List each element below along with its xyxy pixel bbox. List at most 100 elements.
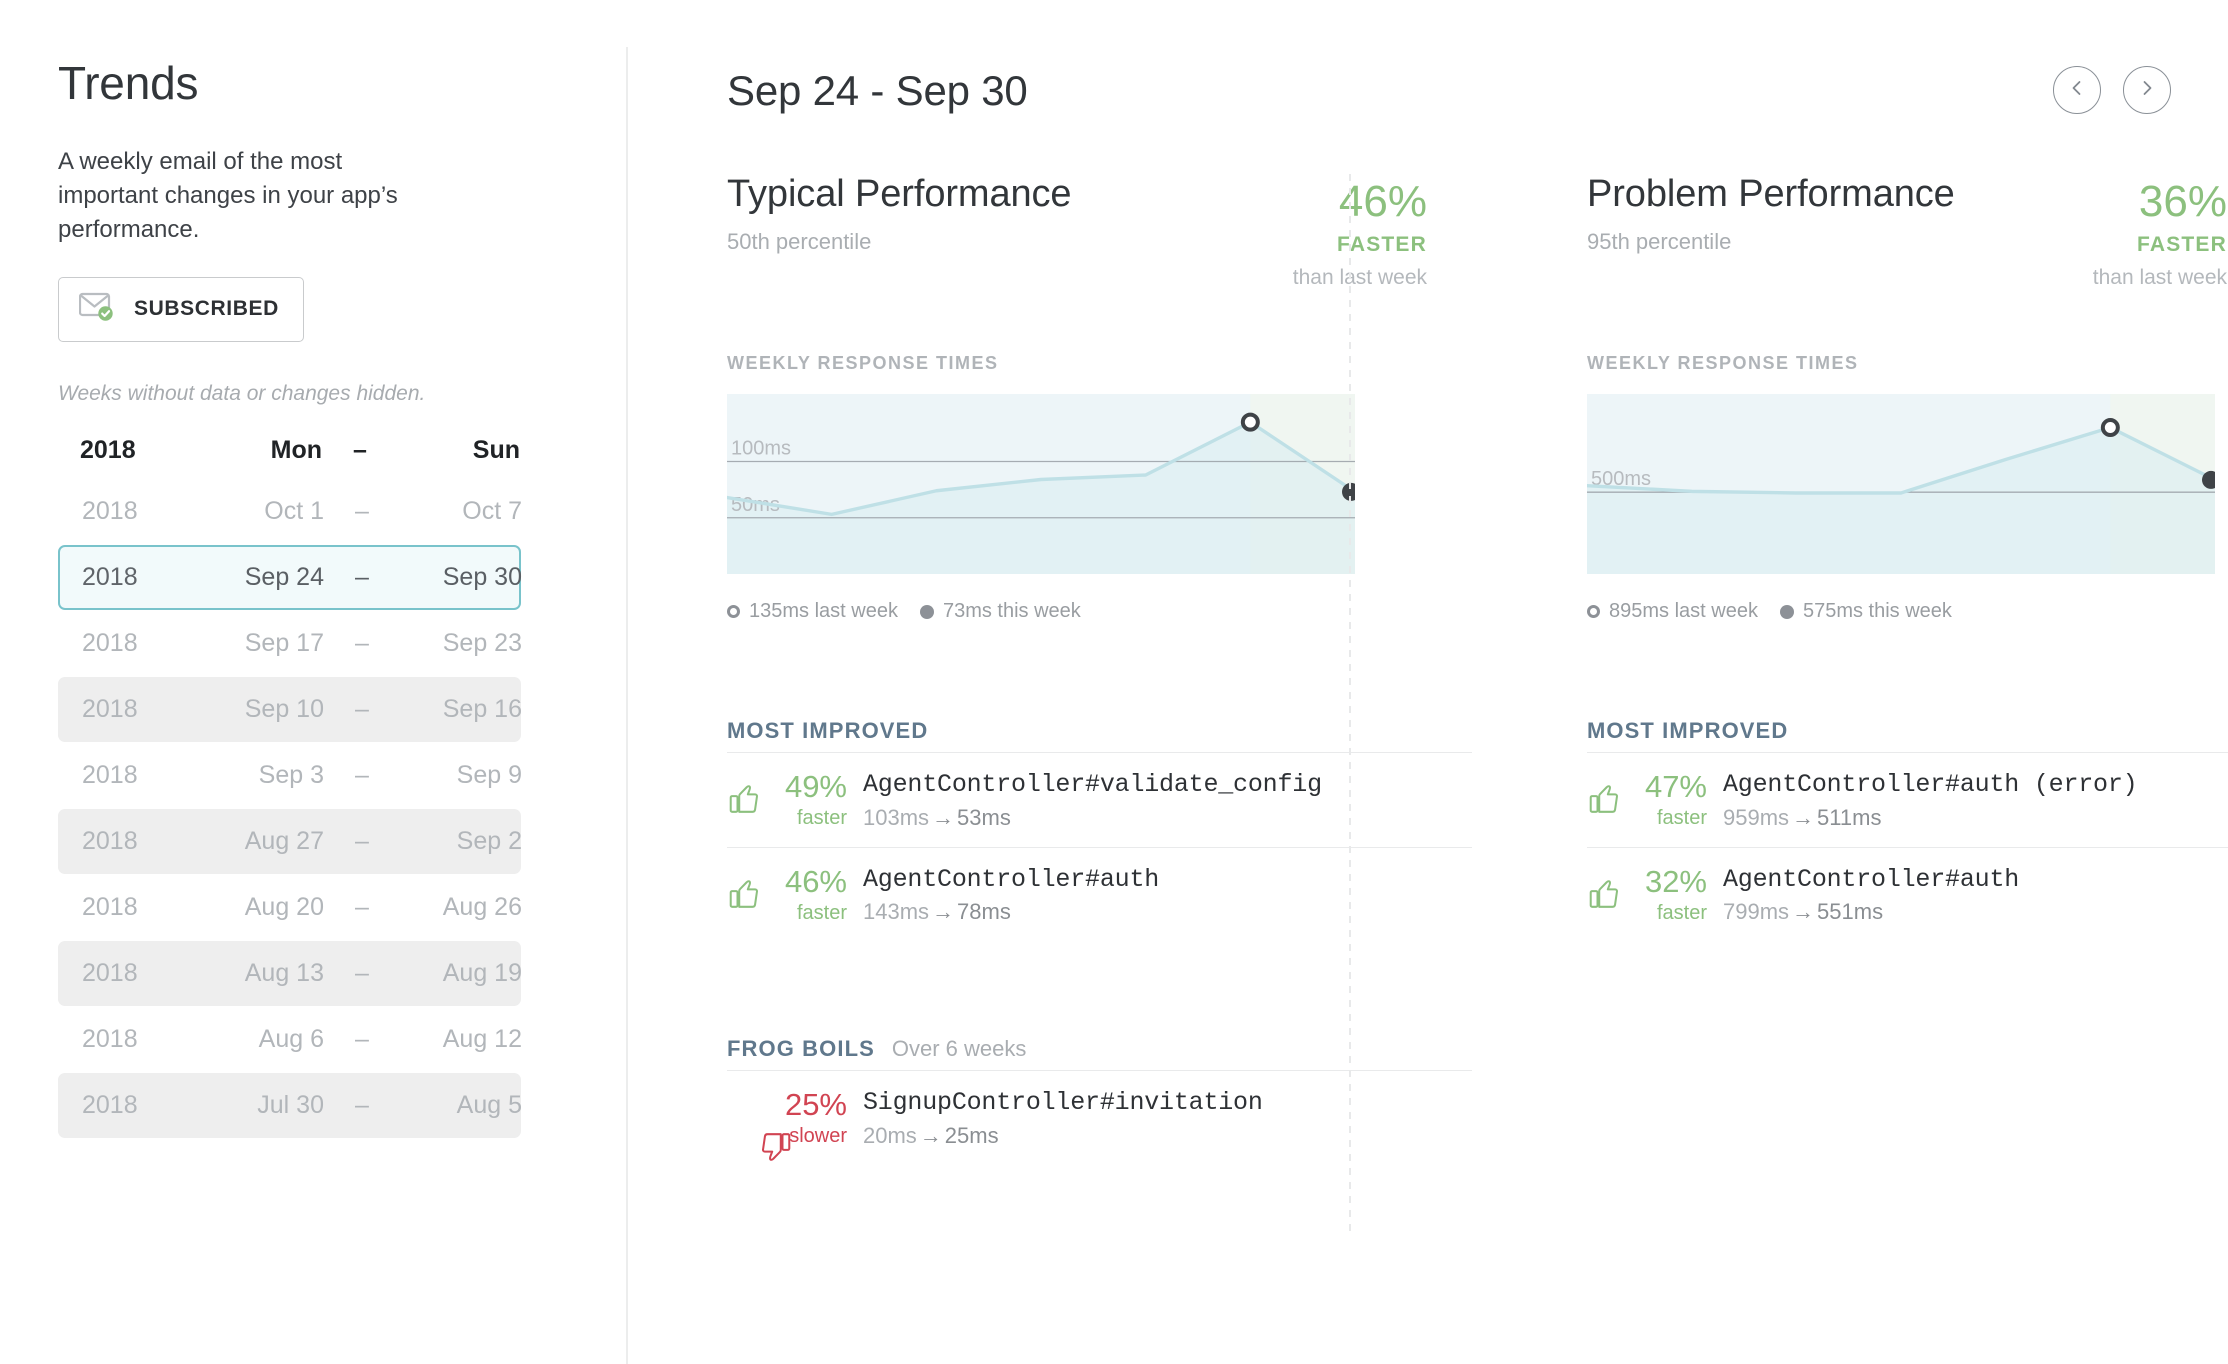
week-year: 2018	[82, 694, 138, 723]
main-header: Sep 24 - Sep 30	[627, 62, 2228, 114]
legend-this-week-label: 575ms this week	[1802, 600, 1952, 622]
endpoint-percentage: 46%	[784, 863, 847, 899]
section-title: MOST IMPROVED	[1587, 718, 1789, 743]
chart-marker-last-week[interactable]	[2100, 418, 2120, 438]
endpoint-timing: 20ms → 25ms	[863, 1123, 1263, 1149]
section: FROG BOILS Over 6 weeks 25% slower SignupCon…	[727, 1036, 1472, 1165]
week-year: 2018	[82, 628, 138, 657]
subscribe-button[interactable]: SUBSCRIBED	[58, 276, 304, 342]
delta-direction: FASTER	[2136, 233, 2227, 256]
delta-percentage: 36%	[2138, 177, 2227, 226]
week-row[interactable]: 2018 Aug 13 – Aug 19	[58, 940, 522, 1006]
direction-icon-wrap	[727, 781, 773, 820]
endpoint-percentage: 49%	[784, 769, 847, 805]
next-week-button[interactable]	[2123, 66, 2171, 114]
week-dash: –	[355, 628, 369, 657]
timing-to: 53ms	[957, 804, 1011, 830]
legend-last-week-label: 135ms last week	[749, 600, 898, 622]
panel-sections: MOST IMPROVED 47% faster AgentController#au…	[1587, 718, 2228, 942]
solid-dot-icon	[1779, 604, 1794, 619]
endpoint-row[interactable]: 47% faster AgentController#auth (error) 959…	[1587, 752, 2228, 847]
week-dash: –	[355, 694, 369, 723]
panel-title: Typical Performance	[727, 173, 1072, 215]
hollow-dot-icon	[1587, 605, 1600, 618]
timing-from: 20ms	[863, 1122, 917, 1148]
sidebar-description: A weekly email of the most important cha…	[58, 147, 398, 243]
legend-last-week: 895ms last week	[1587, 600, 1758, 623]
week-start-date: Aug 20	[244, 892, 324, 921]
endpoint-percentage: 25%	[784, 1087, 847, 1123]
week-dash: –	[355, 760, 369, 789]
week-year: 2018	[82, 496, 138, 525]
week-start-date: Sep 3	[258, 760, 324, 789]
endpoint-timing: 799ms → 551ms	[1723, 899, 2019, 925]
endpoint-timing: 959ms → 511ms	[1723, 805, 2137, 831]
week-dash: –	[355, 496, 369, 525]
hollow-dot-icon	[727, 605, 740, 618]
week-row[interactable]: 2018 Jul 30 – Aug 5	[58, 1072, 522, 1138]
weeks-header-dash: –	[353, 435, 367, 464]
endpoint-percentage: 32%	[1644, 863, 1707, 899]
direction-icon-wrap	[727, 1099, 791, 1162]
week-year: 2018	[82, 1024, 138, 1053]
week-row[interactable]: 2018 Aug 6 – Aug 12	[58, 1007, 522, 1072]
week-year: 2018	[82, 1090, 138, 1119]
week-year: 2018	[82, 892, 138, 921]
arrow-right-icon: →	[1792, 804, 1815, 830]
week-end-date: Sep 2	[456, 826, 522, 855]
week-year: 2018	[82, 562, 138, 591]
week-end-date: Sep 9	[456, 760, 522, 789]
arrow-right-icon: →	[919, 1122, 942, 1148]
date-range-title: Sep 24 - Sep 30	[727, 67, 1028, 114]
delta-direction: FASTER	[1336, 233, 1427, 256]
performance-panels: Typical Performance 50th percentile 46% …	[627, 173, 2228, 1234]
envelope-check-icon	[78, 292, 117, 327]
week-row[interactable]: 2018 Oct 1 – Oct 7	[58, 479, 522, 544]
endpoint-change: 46% faster	[773, 863, 861, 925]
endpoint-details: AgentController#validate_config 103ms → 53m…	[861, 771, 1322, 831]
sidebar: Trends A weekly email of the most import…	[0, 0, 628, 1364]
weeks-table: 2018 Mon – Sun 2018 Oct 1 – Oct 7 2018 Sep 24…	[58, 428, 522, 1138]
endpoint-row[interactable]: 46% faster AgentController#auth 143ms → 78ms	[727, 846, 1472, 942]
panel-delta: 46% FASTER than last week	[1293, 174, 1427, 290]
endpoint-row[interactable]: 49% faster AgentController#validate_config…	[727, 752, 1472, 847]
week-row[interactable]: 2018 Aug 20 – Aug 26	[58, 875, 522, 940]
panel-header: Problem Performance 95th percentile 36% …	[1587, 174, 2227, 290]
legend-this-week: 73ms this week	[919, 600, 1081, 623]
week-row[interactable]: 2018 Aug 27 – Sep 2	[58, 808, 522, 874]
endpoint-details: AgentController#auth (error) 959ms → 511ms	[1721, 771, 2138, 831]
week-row[interactable]: 2018 Sep 10 – Sep 16	[58, 676, 522, 742]
legend-last-week: 135ms last week	[727, 600, 898, 623]
endpoint-direction: faster	[796, 807, 847, 830]
week-row[interactable]: 2018 Sep 3 – Sep 9	[58, 743, 522, 808]
endpoint-direction: faster	[796, 901, 847, 924]
endpoint-direction: faster	[1656, 901, 1707, 924]
week-start-date: Aug 27	[244, 826, 324, 855]
endpoint-row[interactable]: 25% slower SignupController#invitation 20ms…	[727, 1070, 1472, 1165]
chevron-right-icon	[2138, 79, 2156, 102]
timing-to: 25ms	[944, 1122, 999, 1148]
weeks-table-header: 2018 Mon – Sun	[58, 428, 521, 479]
endpoint-change: 32% faster	[1633, 863, 1721, 925]
weekly-response-times-chart[interactable]: 100ms50ms	[727, 394, 1355, 574]
chart-axis-label: 100ms	[731, 438, 791, 460]
week-end-date: Sep 23	[442, 628, 522, 657]
week-dash: –	[355, 562, 369, 591]
previous-week-button[interactable]	[2053, 66, 2101, 114]
chart-typical: WEEKLY RESPONSE TIMES 100ms 50ms 135ms la…	[727, 353, 1427, 623]
weeks-list: 2018 Oct 1 – Oct 7 2018 Sep 24 – Sep 30 2018 Sep …	[58, 479, 522, 1138]
weekly-response-times-chart[interactable]: 500ms	[1587, 394, 2215, 574]
section-header: FROG BOILS Over 6 weeks	[727, 1036, 1427, 1062]
thumbs-up-icon	[727, 876, 761, 915]
arrow-right-icon: →	[932, 899, 955, 924]
endpoint-row[interactable]: 32% faster AgentController#auth 799ms → 551ms	[1587, 846, 2228, 942]
chart-marker-last-week[interactable]	[1240, 412, 1260, 432]
solid-dot-icon	[919, 604, 934, 619]
subscribe-button-label: SUBSCRIBED	[134, 297, 279, 321]
week-end-date: Oct 7	[462, 496, 522, 525]
week-start-date: Oct 1	[264, 496, 324, 525]
week-row[interactable]: 2018 Sep 24 – Sep 30	[58, 544, 522, 610]
delta-percentage: 46%	[1338, 177, 1427, 226]
delta-note: than last week	[1292, 266, 1427, 289]
week-row[interactable]: 2018 Sep 17 – Sep 23	[58, 611, 522, 676]
